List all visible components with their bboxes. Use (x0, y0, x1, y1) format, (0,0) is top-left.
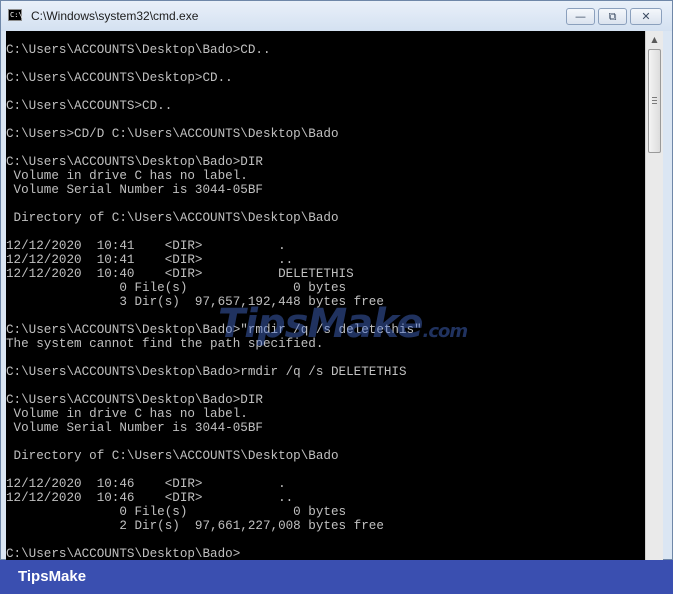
console-line: C:\Users\ACCOUNTS\Desktop\Bado>DIR (6, 155, 263, 169)
cmd-icon[interactable]: C:\ (8, 9, 23, 21)
brand-logo: TipsMake (18, 568, 87, 585)
console-line: Volume in drive C has no label. (6, 407, 248, 421)
console-line: C:\Users\ACCOUNTS>CD.. (6, 99, 173, 113)
grip-line (652, 100, 657, 101)
minimize-button[interactable]: — (566, 8, 595, 25)
console-line: C:\Users\ACCOUNTS\Desktop\Bado>rmdir /q … (6, 365, 407, 379)
console-line: 12/12/2020 10:46 <DIR> .. (6, 491, 294, 505)
close-button[interactable]: ✕ (630, 8, 662, 25)
title-bar[interactable]: C:\ C:\Windows\system32\cmd.exe — ⧉ ✕ (1, 1, 672, 31)
window-title: C:\Windows\system32\cmd.exe (31, 9, 199, 23)
console-line: Volume in drive C has no label. (6, 169, 248, 183)
vertical-scrollbar[interactable]: ▲ (645, 31, 663, 560)
console-output[interactable]: C:\Users\ACCOUNTS\Desktop\Bado>CD.. C:\Us… (6, 31, 645, 560)
maximize-button[interactable]: ⧉ (598, 8, 627, 25)
grip-line (652, 97, 657, 98)
console-line: C:\Users\ACCOUNTS\Desktop\Bado>DIR (6, 393, 263, 407)
console-line: 12/12/2020 10:40 <DIR> DELETETHIS (6, 267, 354, 281)
tipsmake-watermark: TipsMake.com (218, 301, 469, 347)
scroll-thumb[interactable] (648, 49, 661, 153)
console-line: 0 File(s) 0 bytes (6, 505, 347, 519)
console-line: C:\Users>CD/D C:\Users\ACCOUNTS\Desktop\… (6, 127, 339, 141)
grip-line (652, 103, 657, 104)
console-line: C:\Users\ACCOUNTS\Desktop\Bado>CD.. (6, 43, 271, 57)
console-line: Volume Serial Number is 3044-05BF (6, 421, 263, 435)
console-line: 2 Dir(s) 97,661,227,008 bytes free (6, 519, 384, 533)
console-line: 0 File(s) 0 bytes (6, 281, 347, 295)
console-line: 12/12/2020 10:41 <DIR> . (6, 239, 286, 253)
watermark-suffix: .com (422, 321, 469, 342)
console-line: 12/12/2020 10:46 <DIR> . (6, 477, 286, 491)
footer-bar: TipsMake (0, 560, 673, 594)
console-line: Volume Serial Number is 3044-05BF (6, 183, 263, 197)
watermark-text: TipsMake (218, 301, 424, 347)
cmd-window: C:\ C:\Windows\system32\cmd.exe — ⧉ ✕ C:… (0, 0, 673, 560)
console-line: Directory of C:\Users\ACCOUNTS\Desktop\B… (6, 211, 339, 225)
console-line: 12/12/2020 10:41 <DIR> .. (6, 253, 294, 267)
scroll-up-arrow-icon[interactable]: ▲ (646, 31, 663, 48)
console-line: C:\Users\ACCOUNTS\Desktop\Bado> (6, 547, 241, 560)
console-line: Directory of C:\Users\ACCOUNTS\Desktop\B… (6, 449, 339, 463)
console-line: C:\Users\ACCOUNTS\Desktop>CD.. (6, 71, 233, 85)
